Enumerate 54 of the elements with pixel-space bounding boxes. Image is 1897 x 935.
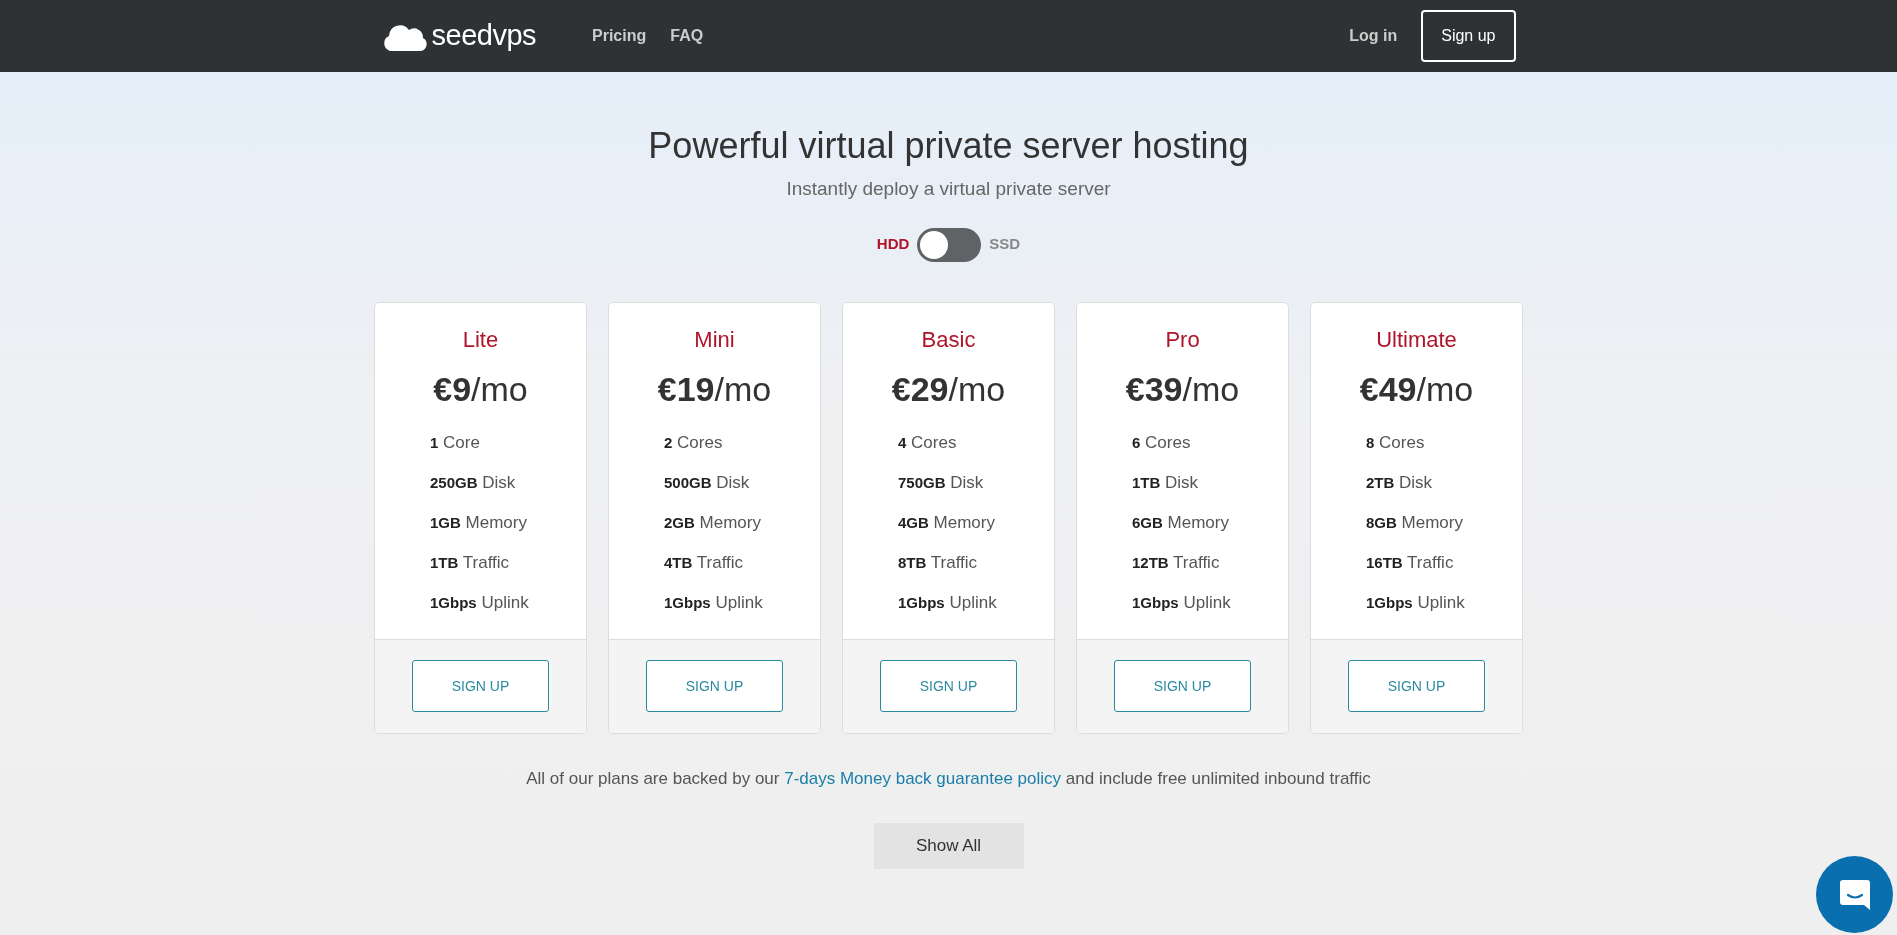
plan-feature: 1Gbps Uplink — [664, 591, 764, 614]
plan-feature: 1Gbps Uplink — [1132, 591, 1232, 614]
plan-feature: 2 Cores — [664, 431, 724, 454]
plan-price: €49/mo — [1358, 368, 1475, 410]
plan-feature: 8 Cores — [1366, 431, 1426, 454]
plan-signup-button[interactable]: SIGN UP — [646, 660, 783, 713]
storage-toggle[interactable] — [917, 227, 982, 262]
plan-feature: 1Gbps Uplink — [1366, 591, 1466, 614]
plan-signup-button[interactable]: SIGN UP — [1114, 660, 1251, 713]
plan-feature: 750GB Disk — [898, 471, 985, 494]
plan-feature: 2GB Memory — [664, 511, 762, 534]
plan-feature: 1GB Memory — [430, 511, 528, 534]
plan-signup-button[interactable]: SIGN UP — [412, 660, 549, 713]
nav-link[interactable]: Pricing — [592, 24, 647, 48]
signup-button[interactable]: Sign up — [1421, 10, 1516, 62]
login-link[interactable]: Log in — [1349, 24, 1398, 48]
plan-feature: 8GB Memory — [1366, 511, 1464, 534]
hero-title: Powerful virtual private server hosting — [647, 124, 1250, 168]
plan-signup-button[interactable]: SIGN UP — [1348, 660, 1485, 713]
plan-feature: 1TB Disk — [1132, 471, 1200, 494]
plan-feature: 250GB Disk — [430, 471, 517, 494]
toggle-label: SSD — [989, 234, 1021, 255]
guarantee-text: All of our plans are backed by our 7-days Money back guarantee policy and include free unlimited inbound traffic — [525, 767, 1372, 790]
plan-feature: 1TB Traffic — [430, 551, 511, 574]
plan-feature: 4 Cores — [898, 431, 958, 454]
plan-feature: 16TB Traffic — [1366, 551, 1455, 574]
plan-feature: 1Gbps Uplink — [898, 591, 998, 614]
plan-signup-button[interactable]: SIGN UP — [880, 660, 1017, 713]
show-all-button[interactable]: Show All — [873, 823, 1024, 870]
plan-feature: 6 Cores — [1132, 431, 1192, 454]
plan-feature: 1Gbps Uplink — [430, 591, 530, 614]
hero-subtitle: Instantly deploy a virtual private server — [785, 177, 1112, 202]
toggle-label: HDD — [876, 234, 910, 255]
plan-feature: 8TB Traffic — [898, 551, 979, 574]
chat-icon — [1837, 877, 1872, 912]
plan-price: €19/mo — [656, 368, 773, 410]
plan-name: Ultimate — [1375, 325, 1458, 354]
guarantee-link[interactable]: 7-days Money back guarantee policy — [784, 768, 1062, 788]
plan-feature: 4GB Memory — [898, 511, 996, 534]
plan-feature: 6GB Memory — [1132, 511, 1230, 534]
plan-price: €9/mo — [432, 368, 529, 410]
brand-logo[interactable]: seedvps — [381, 14, 536, 58]
plan-price: €39/mo — [1124, 368, 1241, 410]
plan-name: Lite — [461, 325, 500, 354]
plan-name: Basic — [920, 325, 977, 354]
plan-name: Mini — [693, 325, 736, 354]
plan-feature: 1 Core — [430, 431, 481, 454]
plan-feature: 12TB Traffic — [1132, 551, 1221, 574]
plan-price: €29/mo — [890, 368, 1007, 410]
plan-feature: 2TB Disk — [1366, 471, 1434, 494]
nav-link[interactable]: FAQ — [670, 24, 704, 48]
plan-name: Pro — [1164, 325, 1201, 354]
plan-feature: 4TB Traffic — [664, 551, 745, 574]
plan-feature: 500GB Disk — [664, 471, 751, 494]
